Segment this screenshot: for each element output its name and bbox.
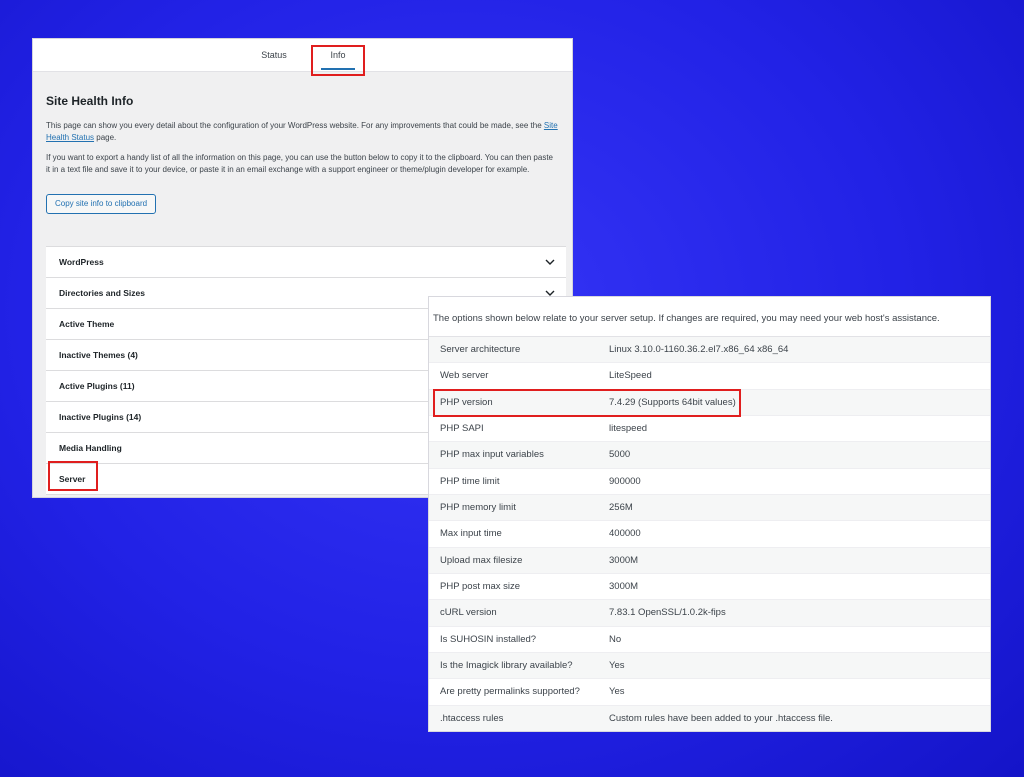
- row-value: Custom rules have been added to your .ht…: [609, 712, 833, 724]
- row-value: 400000: [609, 528, 641, 540]
- table-row: Server architecture Linux 3.10.0-1160.36.…: [429, 337, 990, 364]
- row-label: PHP memory limit: [440, 502, 516, 514]
- accordion-item-wordpress[interactable]: WordPress: [46, 247, 566, 278]
- tab-status[interactable]: Status: [251, 39, 297, 71]
- export-paragraph: If you want to export a handy list of al…: [46, 153, 553, 174]
- row-value: 7.83.1 OpenSSL/1.0.2k-fips: [609, 607, 726, 619]
- row-label: Server architecture: [440, 344, 521, 355]
- row-value: Linux 3.10.0-1160.36.2.el7.x86_64 x86_64: [609, 344, 789, 355]
- table-row: Is SUHOSIN installed? No: [429, 627, 990, 654]
- table-row: PHP time limit 900000: [429, 469, 990, 496]
- table-row: PHP post max size 3000M: [429, 574, 990, 601]
- table-row: cURL version 7.83.1 OpenSSL/1.0.2k-fips: [429, 600, 990, 627]
- row-label: PHP time limit: [440, 475, 500, 487]
- table-row: PHP max input variables 5000: [429, 442, 990, 469]
- table-row: Is the Imagick library available? Yes: [429, 653, 990, 680]
- row-label: PHP post max size: [440, 581, 521, 593]
- row-value: Yes: [609, 686, 625, 698]
- server-details-panel: The options shown below relate to your s…: [428, 296, 991, 732]
- intro-text-end: page.: [94, 133, 117, 142]
- row-label: PHP SAPI: [440, 423, 484, 435]
- row-label: Max input time: [440, 528, 502, 540]
- intro-paragraph: This page can show you every detail abou…: [46, 120, 559, 144]
- row-label: Are pretty permalinks supported?: [440, 686, 580, 698]
- server-section-highlight: [48, 461, 98, 491]
- table-row: Are pretty permalinks supported? Yes: [429, 679, 990, 706]
- server-description: The options shown below relate to your s…: [433, 313, 940, 324]
- row-label: .htaccess rules: [440, 712, 504, 724]
- row-label: cURL version: [440, 607, 497, 619]
- tab-bar: Status Info: [33, 39, 572, 72]
- table-row: Web server LiteSpeed: [429, 363, 990, 390]
- table-row: Max input time 400000: [429, 521, 990, 548]
- row-label: Is SUHOSIN installed?: [440, 633, 537, 645]
- table-row: Upload max filesize 3000M: [429, 547, 990, 575]
- row-value: LiteSpeed: [609, 370, 652, 382]
- row-value: 3000M: [609, 554, 639, 566]
- accordion-item-label: Directories and Sizes: [59, 288, 145, 298]
- intro-text-start: This page can show you every detail abou…: [46, 121, 544, 130]
- row-value: 5000: [609, 449, 631, 461]
- accordion-item-label: Active Theme: [59, 319, 115, 329]
- accordion-item-label: Active Plugins (11): [59, 381, 135, 391]
- accordion-item-label: Inactive Themes (4): [59, 350, 138, 360]
- accordion-item-label: WordPress: [59, 257, 104, 267]
- page-title: Site Health Info: [46, 94, 134, 108]
- chevron-down-icon[interactable]: [544, 256, 556, 268]
- row-value: litespeed: [609, 423, 648, 435]
- row-value: 3000M: [609, 581, 639, 593]
- row-value: No: [609, 633, 622, 645]
- row-label: Web server: [440, 370, 489, 382]
- table-row: .htaccess rules Custom rules have been ad…: [429, 705, 990, 731]
- accordion-item-label: Inactive Plugins (14): [59, 412, 142, 422]
- copy-site-info-button[interactable]: Copy site info to clipboard: [46, 194, 157, 214]
- row-label: Is the Imagick library available?: [440, 660, 573, 672]
- row-value: 256M: [609, 502, 633, 514]
- php-version-highlight: [433, 389, 741, 417]
- row-label: PHP max input variables: [440, 449, 544, 461]
- table-row: PHP memory limit 256M: [429, 495, 990, 522]
- row-value: Yes: [609, 660, 625, 672]
- table-row: PHP SAPI litespeed: [429, 416, 990, 443]
- info-tab-highlight: [311, 45, 365, 76]
- accordion-item-label: Media Handling: [59, 443, 122, 453]
- row-label: Upload max filesize: [440, 554, 523, 566]
- row-value: 900000: [609, 475, 641, 487]
- site-health-content: Site Health Info This page can show you …: [33, 94, 572, 214]
